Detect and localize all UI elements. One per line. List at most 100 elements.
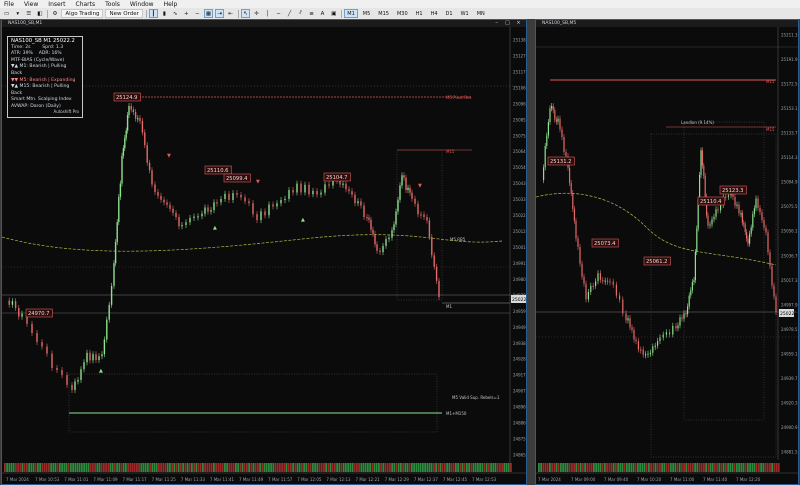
timeframe-h1[interactable]: H1: [413, 9, 426, 18]
horizontal-line-icon[interactable]: ─: [274, 9, 283, 18]
zoom-out-icon[interactable]: −: [193, 9, 202, 18]
navigator-icon[interactable]: ◧: [35, 9, 44, 18]
menu-charts[interactable]: Charts: [72, 1, 102, 8]
volume-bar: [21, 463, 24, 472]
volume-bar: [140, 463, 143, 472]
zoom-in-icon[interactable]: +: [182, 9, 191, 18]
timeframe-h4[interactable]: H4: [428, 9, 441, 18]
candle-body: [113, 263, 115, 286]
volume-bar: [338, 463, 341, 472]
level-label: M5 Valid Sup. Rebels=1: [452, 395, 500, 400]
volume-bar: [202, 463, 204, 472]
candle-body: [391, 230, 393, 238]
candle-body: [210, 210, 212, 212]
volume-bar: [681, 463, 683, 472]
market-watch-icon[interactable]: ☰: [24, 9, 33, 18]
timeframe-m1[interactable]: M1: [344, 9, 358, 18]
strategy-tester-icon[interactable]: ⚙: [50, 9, 59, 18]
menu-window[interactable]: Window: [126, 1, 160, 8]
menu-file[interactable]: File: [0, 1, 20, 8]
timeframe-m30[interactable]: M30: [394, 9, 411, 18]
volume-bar: [164, 463, 167, 472]
vertical-line-icon[interactable]: │: [263, 9, 272, 18]
close-icon[interactable]: ×: [513, 20, 524, 27]
cursor-icon[interactable]: ↖: [241, 9, 251, 18]
shapes-icon[interactable]: ▣: [329, 9, 338, 18]
timeframe-m15[interactable]: M15: [375, 9, 392, 18]
chart-window-m1[interactable]: NAS100_SB,M1 – □ × M5 Pivot Res M15 M5 RB5…: [1, 19, 527, 485]
volume-bar: [718, 463, 721, 472]
chart-window-m5[interactable]: NAS100_SB,M5 M15 M15 Landlon (9.14%) 25131.…: [535, 19, 799, 485]
volume-bar: [67, 463, 70, 472]
minimize-icon[interactable]: –: [491, 20, 502, 27]
menu-help[interactable]: Help: [160, 1, 184, 8]
volume-bar: [28, 463, 30, 472]
volume-bar: [501, 463, 503, 472]
menu-view[interactable]: View: [20, 1, 44, 8]
volume-bar: [48, 463, 50, 472]
volume-bar: [753, 463, 756, 472]
candle-body: [704, 175, 706, 197]
candle-body: [414, 198, 416, 204]
candle-body: [86, 352, 88, 363]
text-icon[interactable]: A: [318, 9, 327, 18]
timeframe-d1[interactable]: D1: [443, 9, 456, 18]
candle-body: [66, 375, 68, 385]
new-order-button[interactable]: New Order: [105, 9, 143, 18]
candle-body: [345, 183, 347, 190]
new-chart-icon[interactable]: ▭: [2, 9, 11, 18]
algo-trading-button[interactable]: Algo Trading: [61, 9, 104, 18]
volume-bar: [309, 463, 312, 472]
algo-trading-label: Algo Trading: [65, 10, 100, 17]
volume-bar: [325, 463, 327, 472]
menu-insert[interactable]: Insert: [44, 1, 71, 8]
price-axis-tick: 24881.5: [781, 450, 798, 455]
trendline-icon[interactable]: ╱: [285, 9, 294, 18]
volume-bar: [621, 463, 624, 472]
tile-windows-icon[interactable]: ▦: [203, 9, 214, 18]
candle-body: [108, 304, 110, 320]
candle-body: [146, 145, 148, 163]
line-chart-icon[interactable]: ∿: [171, 9, 180, 18]
candle-body: [612, 281, 614, 285]
channel-icon[interactable]: ⫽: [296, 9, 305, 18]
profiles-icon[interactable]: ▾: [13, 9, 22, 18]
timeframe-m5[interactable]: M5: [360, 9, 374, 18]
signal-arrow-down: ▼: [167, 153, 171, 159]
volume-bar: [70, 463, 72, 472]
price-axis-tick: 24928.0: [513, 357, 526, 362]
time-axis-tick: 7 Mar 10:53: [35, 477, 60, 482]
volume-bar: [544, 463, 547, 472]
menu-tools[interactable]: Tools: [101, 1, 126, 8]
price-chart-m5[interactable]: M15 M15 Landlon (9.14%) 25131.2 25073.4 25061…: [536, 27, 798, 484]
volume-bar: [246, 463, 248, 472]
timeframe-w1[interactable]: W1: [458, 9, 472, 18]
level-label: M1: [446, 304, 452, 309]
volume-bar: [632, 463, 635, 472]
candles-icon[interactable]: ▮: [160, 9, 169, 18]
volume-bar: [749, 463, 751, 472]
crosshair-icon[interactable]: ✛: [252, 9, 261, 18]
price-axis-tick: 24939.7: [781, 376, 798, 381]
volume-bar: [696, 463, 699, 472]
volume-bar: [395, 463, 398, 472]
candle-body: [144, 132, 146, 146]
chart-shift-icon[interactable]: ⇤: [226, 9, 235, 18]
volume-bar: [219, 463, 222, 472]
volume-bar: [698, 463, 701, 472]
bar-chart-icon[interactable]: ┃: [148, 9, 158, 18]
maximize-icon[interactable]: □: [502, 20, 513, 27]
candle-body: [328, 184, 330, 186]
swing-label: 25099.4: [226, 176, 248, 182]
autoscroll-icon[interactable]: ⇥: [215, 9, 225, 18]
candle-body: [743, 222, 745, 225]
volume-bar: [736, 463, 738, 472]
candle-body: [438, 280, 440, 297]
candle-body: [715, 209, 717, 217]
candle-body: [51, 353, 53, 368]
candle-body: [701, 150, 703, 166]
candle-body: [717, 209, 719, 211]
fibonacci-icon[interactable]: ≡: [307, 9, 316, 18]
time-axis-tick: 7 Mar 11:49: [239, 477, 264, 482]
timeframe-mn[interactable]: MN: [474, 9, 488, 18]
